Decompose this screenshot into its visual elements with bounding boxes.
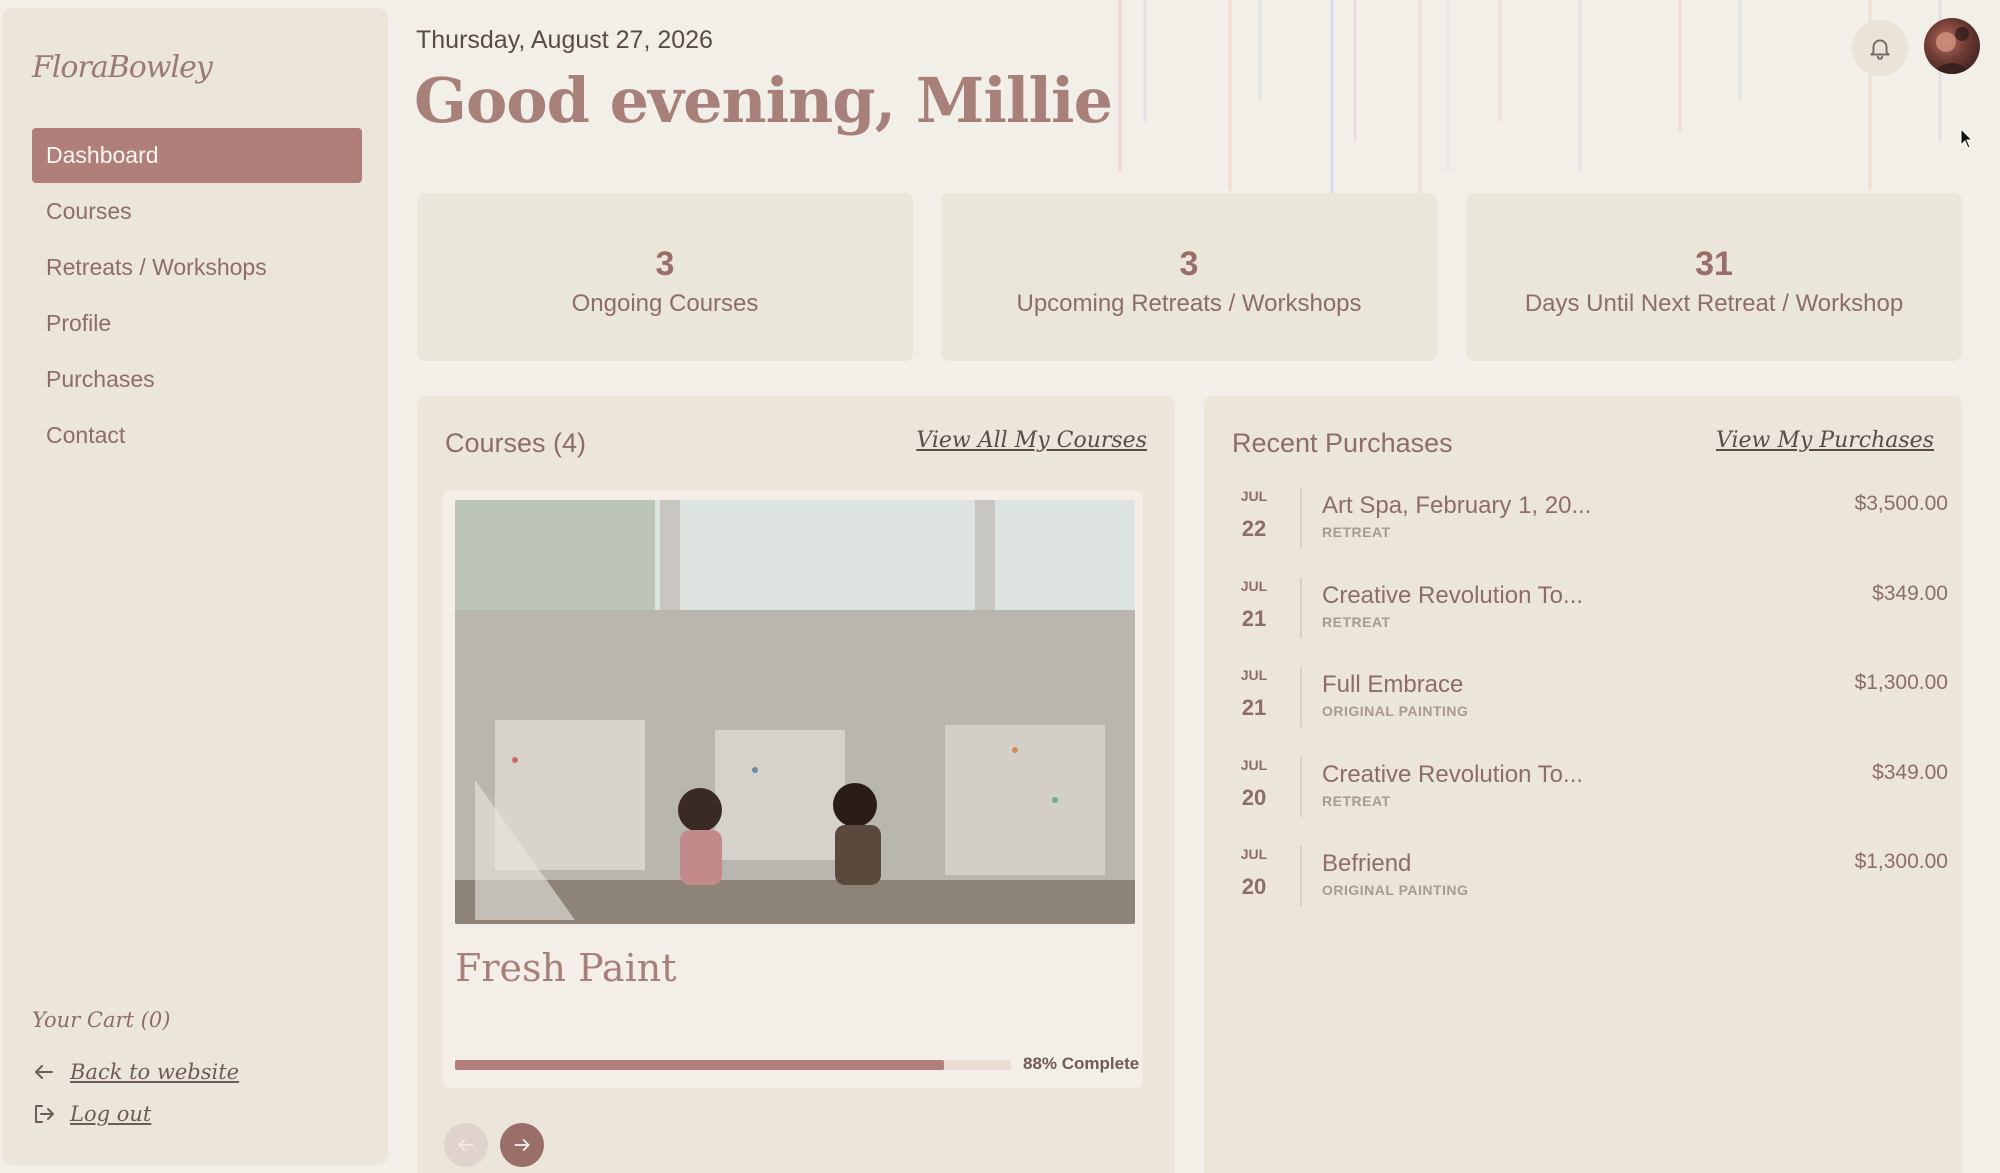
purchase-price: $349.00 bbox=[1872, 761, 1948, 784]
divider bbox=[1300, 667, 1302, 727]
courses-panel: Courses (4) View All My Courses Fresh Pa… bbox=[417, 396, 1175, 1173]
course-progress-label: 88% Complete bbox=[1023, 1054, 1140, 1073]
stat-value: 3 bbox=[655, 245, 675, 283]
purchase-row[interactable]: JUL 20 Befriend ORIGINAL PAINTING $1,300… bbox=[1232, 846, 1948, 916]
next-course-button[interactable] bbox=[500, 1123, 544, 1167]
mouse-cursor-icon bbox=[1960, 128, 1974, 149]
course-progress-fill bbox=[455, 1060, 945, 1070]
purchase-type: ORIGINAL PAINTING bbox=[1322, 703, 1469, 719]
stat-value: 31 bbox=[1695, 245, 1733, 283]
purchase-day: 21 bbox=[1241, 695, 1267, 720]
log-out-link[interactable]: Log out bbox=[32, 1102, 151, 1126]
divider bbox=[1300, 846, 1302, 906]
purchase-price: $1,300.00 bbox=[1854, 671, 1948, 694]
stat-value: 3 bbox=[1179, 245, 1199, 283]
purchase-price: $349.00 bbox=[1872, 582, 1948, 605]
view-all-courses-link[interactable]: View All My Courses bbox=[916, 428, 1147, 453]
back-to-website-link[interactable]: Back to website bbox=[32, 1060, 239, 1084]
logout-icon bbox=[35, 1105, 54, 1123]
purchase-row[interactable]: JUL 21 Full Embrace ORIGINAL PAINTING $1… bbox=[1232, 667, 1948, 737]
course-progress-bar bbox=[455, 1060, 1011, 1070]
sidebar-item-courses[interactable]: Courses bbox=[32, 184, 362, 239]
course-image bbox=[455, 500, 1135, 924]
stat-label: Upcoming Retreats / Workshops bbox=[1016, 290, 1362, 317]
arrow-left-icon bbox=[458, 1139, 474, 1151]
divider bbox=[1300, 488, 1302, 548]
purchase-month: JUL bbox=[1240, 578, 1268, 594]
course-title: Fresh Paint bbox=[455, 946, 677, 990]
sidebar-item-contact[interactable]: Contact bbox=[32, 408, 362, 463]
stat-label: Ongoing Courses bbox=[571, 290, 759, 317]
avatar-image bbox=[1932, 27, 1972, 74]
sidebar-item-profile[interactable]: Profile bbox=[32, 296, 362, 351]
view-my-purchases-link[interactable]: View My Purchases bbox=[1716, 428, 1934, 453]
back-to-website-label: Back to website bbox=[70, 1060, 240, 1084]
purchase-day: 22 bbox=[1241, 516, 1267, 541]
flora-bowley-logo[interactable]: FloraBowley bbox=[32, 50, 213, 85]
current-date: Thursday, August 27, 2026 bbox=[416, 26, 713, 54]
sidebar-item-dashboard[interactable]: Dashboard bbox=[32, 128, 362, 183]
cart-link[interactable]: Your Cart (0) bbox=[32, 1008, 170, 1032]
purchase-name: Creative Revolution To... bbox=[1322, 761, 1584, 788]
sidebar: FloraBowley Dashboard Courses Retreats /… bbox=[2, 8, 388, 1165]
purchase-month: JUL bbox=[1240, 667, 1268, 683]
purchase-type: RETREAT bbox=[1322, 793, 1391, 809]
purchase-name: Full Embrace bbox=[1322, 671, 1464, 698]
divider bbox=[1300, 757, 1302, 817]
purchase-name: Befriend bbox=[1322, 850, 1412, 877]
recent-purchases-panel: Recent Purchases View My Purchases JUL 2… bbox=[1204, 396, 1962, 1173]
avatar[interactable] bbox=[1924, 18, 1980, 74]
purchase-row[interactable]: JUL 22 Art Spa, February 1, 20... RETREA… bbox=[1232, 488, 1948, 558]
bell-icon bbox=[1870, 39, 1890, 60]
previous-course-button[interactable] bbox=[444, 1123, 488, 1167]
purchase-type: ORIGINAL PAINTING bbox=[1322, 882, 1469, 898]
purchase-type: RETREAT bbox=[1322, 524, 1391, 540]
divider bbox=[1300, 578, 1302, 638]
purchases-panel-title: Recent Purchases bbox=[1232, 428, 1453, 458]
purchase-name: Creative Revolution To... bbox=[1322, 582, 1584, 609]
arrow-left-icon bbox=[35, 1065, 53, 1079]
purchase-price: $3,500.00 bbox=[1854, 492, 1948, 515]
page-title: Good evening, Millie bbox=[414, 64, 1113, 137]
stat-card-upcoming-retreats: 3 Upcoming Retreats / Workshops bbox=[941, 193, 1437, 361]
purchase-type: RETREAT bbox=[1322, 614, 1391, 630]
purchase-month: JUL bbox=[1240, 846, 1268, 862]
sidebar-item-purchases[interactable]: Purchases bbox=[32, 352, 362, 407]
sidebar-item-retreats-workshops[interactable]: Retreats / Workshops bbox=[32, 240, 362, 295]
purchase-row[interactable]: JUL 21 Creative Revolution To... RETREAT… bbox=[1232, 578, 1948, 648]
notifications-button[interactable] bbox=[1852, 20, 1908, 76]
course-card[interactable]: Fresh Paint 88% Complete bbox=[443, 490, 1143, 1088]
purchase-day: 20 bbox=[1241, 785, 1267, 810]
purchase-month: JUL bbox=[1240, 488, 1268, 504]
purchase-day: 20 bbox=[1241, 874, 1267, 899]
log-out-label: Log out bbox=[70, 1102, 152, 1126]
sidebar-nav: Dashboard Courses Retreats / Workshops P… bbox=[32, 128, 362, 464]
arrow-right-icon bbox=[514, 1139, 530, 1151]
stat-card-days-until-retreat: 31 Days Until Next Retreat / Workshop bbox=[1466, 193, 1962, 361]
stat-label: Days Until Next Retreat / Workshop bbox=[1524, 290, 1904, 317]
purchase-row[interactable]: JUL 20 Creative Revolution To... RETREAT… bbox=[1232, 757, 1948, 827]
purchase-month: JUL bbox=[1240, 757, 1268, 773]
purchase-name: Art Spa, February 1, 20... bbox=[1322, 492, 1592, 519]
purchase-price: $1,300.00 bbox=[1854, 850, 1948, 873]
purchase-day: 21 bbox=[1241, 606, 1267, 631]
courses-panel-title: Courses (4) bbox=[445, 428, 587, 458]
stat-card-ongoing-courses: 3 Ongoing Courses bbox=[417, 193, 913, 361]
